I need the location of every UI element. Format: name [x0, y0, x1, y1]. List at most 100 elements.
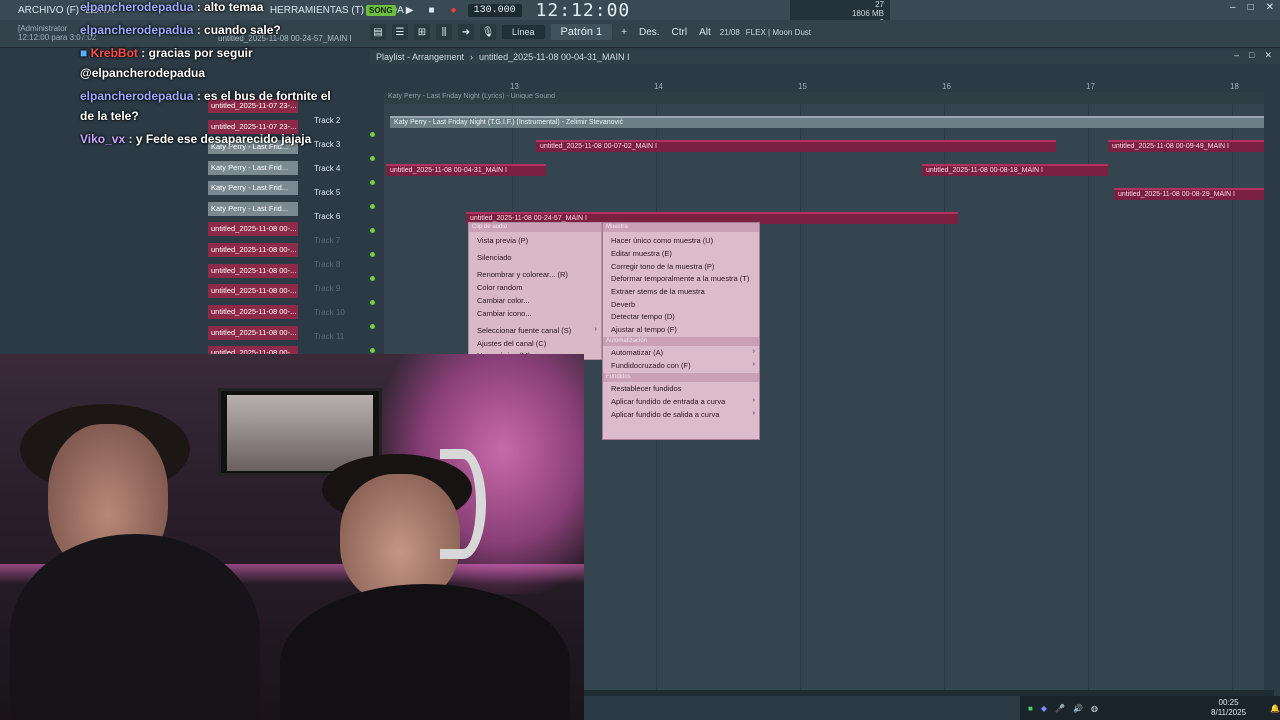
- track-header[interactable]: Track 7: [314, 236, 340, 245]
- track-header[interactable]: Track 5: [314, 188, 340, 197]
- menu-header: Muestra: [603, 223, 759, 232]
- menu-item[interactable]: Extraer stems de la muestra: [611, 287, 705, 296]
- alt-button[interactable]: Alt: [696, 27, 714, 38]
- des-button[interactable]: Des.: [636, 27, 663, 38]
- playlist-title-bar[interactable]: Playlist - Arrangement › untitled_2025-1…: [370, 50, 1280, 64]
- volume-icon[interactable]: 🔊: [1073, 704, 1083, 713]
- menu-item[interactable]: Aplicar fundido de salida a curva: [611, 410, 719, 419]
- audio-clip[interactable]: untitled_2025-11-08 00-09-49_MAIN I: [1108, 140, 1264, 152]
- channel-rack-icon[interactable]: ⊞: [414, 24, 430, 40]
- audio-clip-instrumental[interactable]: Katy Perry - Last Friday Night (T.G.I.F.…: [390, 116, 1264, 128]
- menu-item[interactable]: Cambiar icono...: [477, 309, 532, 318]
- picker-item[interactable]: Katy Perry - Last Frid...: [208, 202, 298, 216]
- mixer-icon[interactable]: ⫼: [436, 24, 452, 40]
- track-mute-led[interactable]: [370, 300, 375, 305]
- picker-item[interactable]: untitled_2025-11-08 00-...: [208, 222, 298, 236]
- transport-bar: SONG ▶ ■ ● 130.000 12:12:00: [366, 0, 630, 21]
- add-pattern-icon[interactable]: +: [618, 27, 630, 38]
- picker-item[interactable]: untitled_2025-11-08 00-...: [208, 305, 298, 319]
- timeline-ruler[interactable]: 13 14 15 16 17 18: [384, 82, 1274, 92]
- snap-selector[interactable]: Línea: [502, 25, 545, 39]
- pattern-selector[interactable]: Patrón 1: [550, 24, 613, 40]
- audio-clip[interactable]: untitled_2025-11-08 00-08-18_MAIN I: [922, 164, 1108, 176]
- microphone-icon[interactable]: 🎙: [480, 24, 496, 40]
- playlist-maximize-icon[interactable]: □: [1249, 50, 1254, 61]
- picker-item[interactable]: untitled_2025-11-08 00-...: [208, 326, 298, 340]
- track-header[interactable]: Track 6: [314, 212, 340, 221]
- memory-value: 1806 MB: [851, 9, 884, 18]
- ctrl-button[interactable]: Ctrl: [669, 27, 691, 38]
- menu-item[interactable]: Automatizar (A): [611, 348, 663, 357]
- track-header[interactable]: Track 9: [314, 284, 340, 293]
- menu-item[interactable]: Silenciado: [477, 253, 512, 262]
- audio-clip-lyrics[interactable]: Katy Perry - Last Friday Night (Lyrics) …: [384, 92, 1264, 104]
- menu-item[interactable]: Deformar temporalmente a la muestra (T): [611, 274, 749, 283]
- track-mute-led[interactable]: [370, 180, 375, 185]
- menu-item[interactable]: Seleccionar fuente canal (S): [477, 326, 571, 335]
- playlist-minimize-icon[interactable]: –: [1234, 50, 1239, 61]
- picker-item[interactable]: untitled_2025-11-08 00-...: [208, 284, 298, 298]
- audio-clip[interactable]: untitled_2025-11-08 00-04-31_MAIN I: [386, 164, 546, 176]
- picker-item[interactable]: Katy Perry - Last Frid...: [208, 161, 298, 175]
- record-icon[interactable]: ●: [446, 2, 462, 18]
- menu-item[interactable]: Color random: [477, 283, 522, 292]
- audio-clip[interactable]: untitled_2025-11-08 00-07-02_MAIN I: [536, 140, 1056, 152]
- notification-icon[interactable]: 🔔: [1270, 704, 1280, 713]
- preset-name[interactable]: FLEX | Moon Dust: [746, 28, 811, 37]
- audio-clip[interactable]: untitled_2025-11-08 00-08-29_MAIN I: [1114, 188, 1264, 200]
- close-icon[interactable]: ✕: [1266, 2, 1274, 13]
- track-header[interactable]: Track 4: [314, 164, 340, 173]
- picker-item[interactable]: untitled_2025-11-08 00-...: [208, 243, 298, 257]
- menu-item[interactable]: Cambiar color...: [477, 296, 530, 305]
- menu-item[interactable]: Aplicar fundido de entrada a curva: [611, 397, 725, 406]
- menu-item[interactable]: Deverb: [611, 300, 635, 309]
- chat-text: cuando sale?: [204, 23, 281, 37]
- submenu-arrow-icon: ›: [752, 361, 755, 368]
- menu-item[interactable]: Restablecer fundidos: [611, 384, 681, 393]
- picker-item[interactable]: Katy Perry - Last Frid...: [208, 181, 298, 195]
- piano-roll-icon[interactable]: ☰: [392, 24, 408, 40]
- menu-item[interactable]: Fundidocruzado con (F): [611, 361, 691, 370]
- playlist-close-icon[interactable]: ✕: [1264, 50, 1272, 61]
- menu-item[interactable]: Ajustar al tempo (F): [611, 325, 677, 334]
- arrow-right-icon[interactable]: ➜: [458, 24, 474, 40]
- tempo-display[interactable]: 130.000: [467, 3, 522, 17]
- song-mode-button[interactable]: SONG: [366, 4, 396, 16]
- track-header[interactable]: Track 2: [314, 116, 340, 125]
- track-mute-led[interactable]: [370, 204, 375, 209]
- track-header[interactable]: Track 3: [314, 140, 340, 149]
- track-mute-led[interactable]: [370, 132, 375, 137]
- track-header[interactable]: Track 11: [314, 332, 344, 341]
- track-mute-led[interactable]: [370, 228, 375, 233]
- menu-item[interactable]: Editar muestra (E): [611, 249, 672, 258]
- track-header[interactable]: Track 8: [314, 260, 340, 269]
- menu-file[interactable]: ARCHIVO (F): [18, 5, 79, 16]
- discord-icon[interactable]: ◆: [1041, 704, 1047, 713]
- menu-item[interactable]: Renombrar y colorear... (R): [477, 270, 568, 279]
- menu-item[interactable]: Ajustes del canal (C): [477, 339, 546, 348]
- menu-item[interactable]: Hacer único como muestra (U): [611, 236, 713, 245]
- stop-icon[interactable]: ■: [424, 2, 440, 18]
- cpu-top-value: 27: [875, 0, 884, 9]
- menu-item[interactable]: Corregir tono de la muestra (P): [611, 262, 714, 271]
- minimize-icon[interactable]: –: [1230, 2, 1236, 13]
- play-icon[interactable]: ▶: [402, 2, 418, 18]
- maximize-icon[interactable]: □: [1248, 2, 1254, 13]
- track-mute-led[interactable]: [370, 156, 375, 161]
- app-icon[interactable]: ■: [1028, 704, 1033, 713]
- menu-tools[interactable]: HERRAMIENTAS (T): [270, 5, 364, 16]
- preset-counter: 21/08: [719, 27, 740, 37]
- microphone-tray-icon[interactable]: 🎤: [1055, 704, 1065, 713]
- picker-item[interactable]: untitled_2025-11-08 00-...: [208, 264, 298, 278]
- track-header[interactable]: Track 10: [314, 308, 345, 317]
- track-mute-led[interactable]: [370, 348, 375, 353]
- track-mute-led[interactable]: [370, 276, 375, 281]
- menu-item[interactable]: Detectar tempo (D): [611, 312, 675, 321]
- tray-clock[interactable]: 00:25 8/11/2025: [1211, 698, 1246, 718]
- menu-item[interactable]: Vista previa (P): [477, 236, 528, 245]
- wifi-icon[interactable]: ◍: [1091, 704, 1098, 713]
- tv-screen: [227, 395, 373, 471]
- playlist-icon[interactable]: ▤: [370, 24, 386, 40]
- track-mute-led[interactable]: [370, 324, 375, 329]
- track-mute-led[interactable]: [370, 252, 375, 257]
